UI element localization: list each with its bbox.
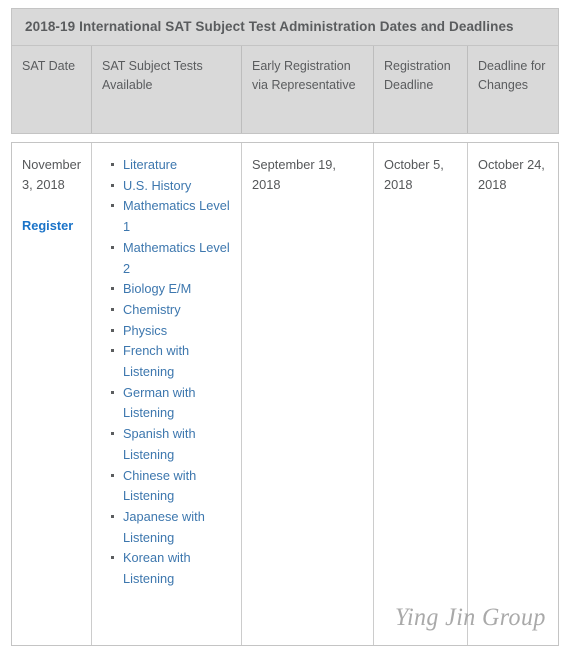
table-row: November 3, 2018 Register Literature U.S… <box>11 142 559 646</box>
sat-date-value: November 3, 2018 <box>22 157 82 192</box>
list-item: U.S. History <box>111 176 232 197</box>
column-header-sat-date: SAT Date <box>12 46 92 133</box>
subject-link[interactable]: French with Listening <box>123 343 189 379</box>
subject-link[interactable]: U.S. History <box>123 178 191 193</box>
list-item: French with Listening <box>111 341 232 382</box>
table-header-row: SAT Date SAT Subject Tests Available Ear… <box>11 45 559 134</box>
table-page: 2018-19 International SAT Subject Test A… <box>0 0 572 654</box>
list-item: Spanish with Listening <box>111 424 232 465</box>
list-item: Mathematics Level 2 <box>111 238 232 279</box>
subject-link[interactable]: Japanese with Listening <box>123 509 205 545</box>
subject-link[interactable]: Biology E/M <box>123 281 191 296</box>
cell-subject-tests: Literature U.S. History Mathematics Leve… <box>92 143 242 645</box>
column-header-registration-deadline: Registration Deadline <box>374 46 468 133</box>
cell-registration-deadline: October 5, 2018 <box>374 143 468 645</box>
list-item: Chemistry <box>111 300 232 321</box>
list-item: Mathematics Level 1 <box>111 196 232 237</box>
column-header-deadline-for-changes: Deadline for Changes <box>478 59 546 92</box>
subject-link[interactable]: Literature <box>123 157 177 172</box>
subject-link[interactable]: Chemistry <box>123 302 181 317</box>
list-item: German with Listening <box>111 383 232 424</box>
subject-test-list: Literature U.S. History Mathematics Leve… <box>102 155 232 590</box>
subject-link[interactable]: German with Listening <box>123 385 196 421</box>
list-item: Japanese with Listening <box>111 507 232 548</box>
list-item: Physics <box>111 321 232 342</box>
list-item: Literature <box>111 155 232 176</box>
cell-sat-date: November 3, 2018 Register <box>12 143 92 645</box>
subject-link[interactable]: Physics <box>123 323 167 338</box>
subject-link[interactable]: Chinese with Listening <box>123 468 196 504</box>
cell-deadline-for-changes: October 24, 2018 <box>478 157 545 192</box>
column-header-subject-tests-available: SAT Subject Tests Available <box>92 46 242 133</box>
subject-link[interactable]: Spanish with Listening <box>123 426 196 462</box>
table-caption-bar: 2018-19 International SAT Subject Test A… <box>11 8 559 45</box>
subject-link[interactable]: Mathematics Level 1 <box>123 198 230 234</box>
list-item: Biology E/M <box>111 279 232 300</box>
subject-link[interactable]: Mathematics Level 2 <box>123 240 230 276</box>
cell-early-registration: September 19, 2018 <box>242 143 374 645</box>
list-item: Korean with Listening <box>111 548 232 589</box>
register-link[interactable]: Register <box>22 216 73 236</box>
table-caption-text: 2018-19 International SAT Subject Test A… <box>25 19 514 34</box>
list-item: Chinese with Listening <box>111 466 232 507</box>
subject-link[interactable]: Korean with Listening <box>123 550 191 586</box>
column-header-early-registration: Early Registration via Representative <box>242 46 374 133</box>
